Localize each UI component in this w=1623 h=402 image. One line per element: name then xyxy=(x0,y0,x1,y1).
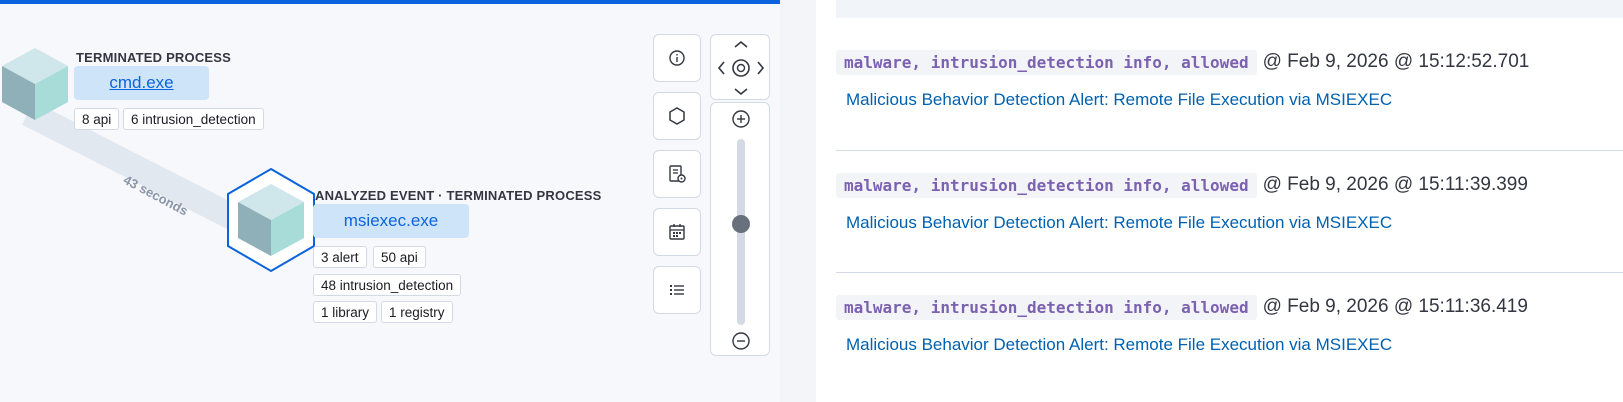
event-item: malware, intrusion_detection info, allow… xyxy=(836,46,1623,126)
zoom-in-icon[interactable] xyxy=(731,109,751,129)
event-title-link[interactable]: Malicious Behavior Detection Alert: Remo… xyxy=(846,335,1392,355)
node-msiexec-name-button[interactable]: msiexec.exe xyxy=(313,204,469,238)
event-tags: malware, intrusion_detection info, allow… xyxy=(836,294,1257,320)
process-graph-panel[interactable]: 43 seconds TERMINATED PROCESS cmd.exe 8 … xyxy=(0,0,780,402)
zoom-control xyxy=(710,102,770,356)
event-tags: malware, intrusion_detection info, allow… xyxy=(836,172,1257,198)
node-msiexec-pill-api[interactable]: 50 api xyxy=(373,246,426,268)
event-header: malware, intrusion_detection info, allow… xyxy=(836,291,1528,323)
event-title-link[interactable]: Malicious Behavior Detection Alert: Remo… xyxy=(846,213,1392,233)
node-msiexec-pill-registry[interactable]: 1 registry xyxy=(381,301,453,323)
node-cmd-title: TERMINATED PROCESS xyxy=(76,50,232,65)
event-item: malware, intrusion_detection info, allow… xyxy=(836,291,1623,371)
list-icon xyxy=(670,285,684,295)
pan-control xyxy=(710,34,770,100)
event-timestamp: @ Feb 9, 2026 @ 15:12:52.701 xyxy=(1262,51,1530,72)
info-button[interactable] xyxy=(653,34,701,82)
app-root: 43 seconds TERMINATED PROCESS cmd.exe 8 … xyxy=(0,0,1623,402)
node-cmd-pill-intrusion[interactable]: 6 intrusion_detection xyxy=(123,108,264,130)
node-msiexec-pill-intrusion[interactable]: 48 intrusion_detection xyxy=(313,274,462,296)
pan-down-icon xyxy=(734,88,748,96)
date-range-button[interactable] xyxy=(653,208,701,256)
node-list-button[interactable] xyxy=(653,266,701,314)
event-title-link[interactable]: Malicious Behavior Detection Alert: Remo… xyxy=(846,90,1392,110)
schema-settings-icon xyxy=(669,165,686,183)
node-cmd-name-button[interactable]: cmd.exe xyxy=(74,66,209,100)
zoom-out-icon[interactable] xyxy=(731,331,751,351)
info-icon xyxy=(669,50,685,66)
event-tags: malware, intrusion_detection info, allow… xyxy=(836,49,1257,75)
pan-arrows-icon xyxy=(717,40,765,96)
node-msiexec-title: ANALYZED EVENT · TERMINATED PROCESS xyxy=(315,188,602,203)
hexagon-icon xyxy=(669,107,685,125)
node-legend-button[interactable] xyxy=(653,92,701,140)
analyzed-process-cube-icon[interactable] xyxy=(224,166,318,274)
pan-right-icon xyxy=(757,61,765,75)
events-panel-header-strip xyxy=(836,0,1623,18)
event-header: malware, intrusion_detection info, allow… xyxy=(836,46,1529,78)
event-timestamp: @ Feb 9, 2026 @ 15:11:39.399 xyxy=(1262,174,1528,195)
event-separator xyxy=(836,150,1623,151)
schema-settings-button[interactable] xyxy=(653,150,701,198)
node-cmd-pill-api[interactable]: 8 api xyxy=(74,108,120,130)
pan-up-icon xyxy=(734,40,748,48)
process-cube-icon[interactable] xyxy=(0,46,70,122)
event-separator xyxy=(836,272,1623,273)
pan-left-icon xyxy=(717,61,725,75)
zoom-slider-thumb[interactable] xyxy=(732,214,750,233)
events-panel-gutter xyxy=(784,0,816,402)
calendar-icon xyxy=(669,224,685,240)
node-msiexec-pill-alert[interactable]: 3 alert xyxy=(313,246,367,268)
panel-accent-bar xyxy=(0,0,780,4)
event-item: malware, intrusion_detection info, allow… xyxy=(836,169,1623,249)
event-header: malware, intrusion_detection info, allow… xyxy=(836,169,1528,201)
center-icon xyxy=(732,59,750,77)
event-timestamp: @ Feb 9, 2026 @ 15:11:36.419 xyxy=(1262,296,1528,317)
node-msiexec-pill-library[interactable]: 1 library xyxy=(313,301,378,323)
